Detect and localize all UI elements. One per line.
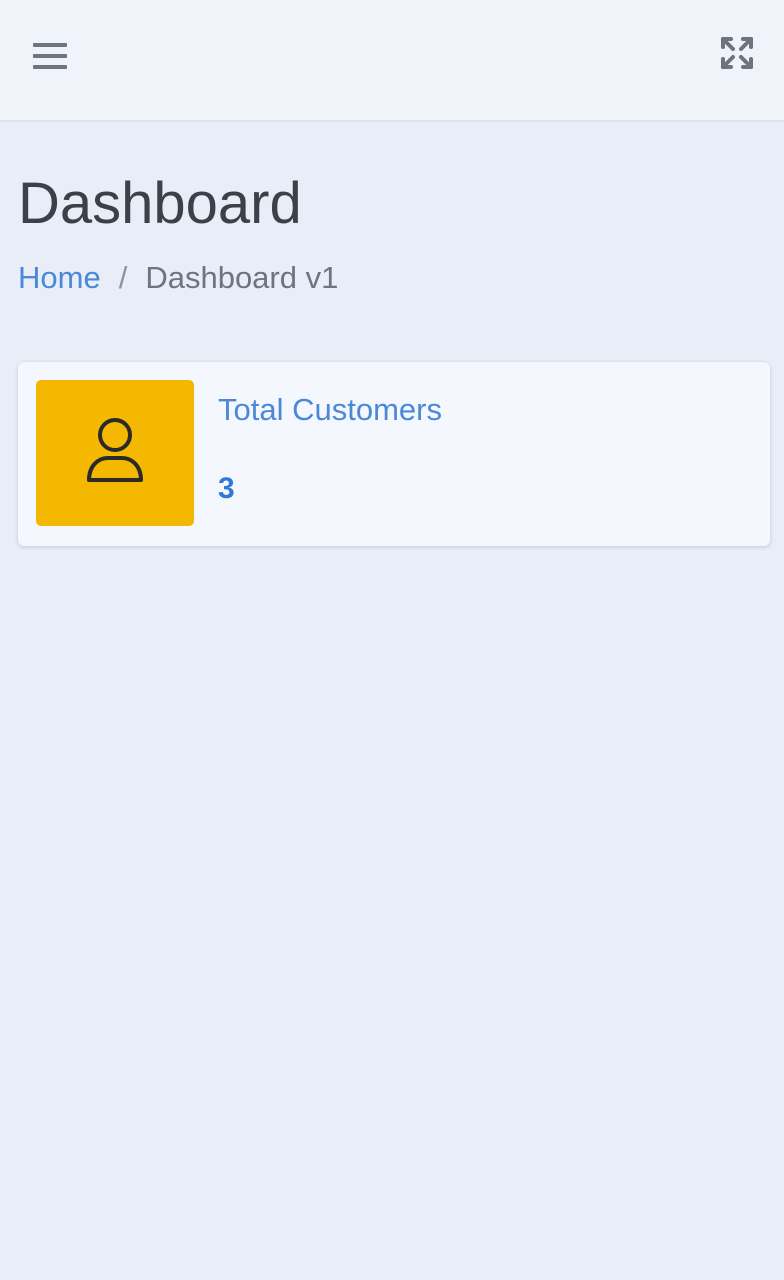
sidebar-toggle-button[interactable] — [24, 32, 76, 84]
total-customers-info-box: Total Customers 3 — [18, 362, 770, 546]
info-box-label: Total Customers — [218, 392, 442, 427]
hamburger-menu-icon — [33, 41, 67, 76]
top-navbar — [0, 0, 784, 122]
breadcrumb-separator: / — [118, 260, 128, 295]
breadcrumb: Home / Dashboard v1 — [18, 256, 766, 300]
info-box-icon-container — [36, 380, 194, 526]
content-header: Dashboard Home / Dashboard v1 — [18, 160, 766, 300]
breadcrumb-current: Dashboard v1 — [145, 260, 339, 295]
breadcrumb-home-link[interactable]: Home — [18, 256, 101, 300]
info-box-value: 3 — [218, 472, 235, 505]
expand-arrows-icon — [719, 35, 755, 76]
fullscreen-button[interactable] — [708, 26, 766, 84]
user-icon — [84, 416, 146, 491]
page-title: Dashboard — [18, 171, 302, 236]
